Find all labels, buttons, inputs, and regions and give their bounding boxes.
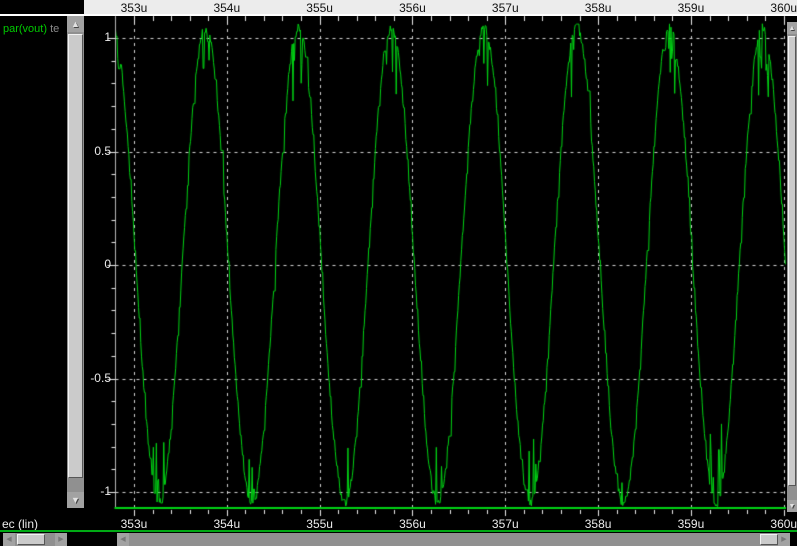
right-arrow-icon: ▶ — [781, 536, 787, 543]
x-axis-label: 356u — [399, 517, 426, 531]
x-axis-label: 357u — [491, 1, 519, 15]
x-axis-label: 356u — [399, 1, 426, 15]
x-axis-label: 354u — [213, 517, 241, 531]
axis-strip-divider — [0, 14, 797, 16]
bottom-axis-strip: ec (lin) 353u 354u 355u 356u 357u 358u 359u 360… — [0, 517, 797, 531]
left-scrollbar-thumb[interactable] — [68, 34, 83, 478]
x-axis-label: 358u — [584, 517, 612, 531]
y-axis-label: 0.5 — [94, 143, 111, 158]
x-axis-label: 354u — [213, 1, 241, 15]
right-vertical-scrollbar[interactable]: ▲ ▼ — [787, 22, 797, 512]
x-axis-label: 358u — [584, 1, 612, 15]
bottom-separator-line — [0, 530, 797, 532]
x-axis-unit-label: ec (lin) — [2, 517, 39, 531]
plot-scrollbar-thumb[interactable] — [760, 534, 778, 545]
x-axis-label: 355u — [306, 1, 333, 15]
scroll-right-button[interactable]: ▶ — [55, 533, 67, 546]
left-arrow-icon: ◀ — [6, 536, 12, 543]
panel-scrollbar-thumb[interactable] — [17, 534, 45, 545]
down-arrow-icon: ▼ — [788, 502, 796, 510]
plot-area[interactable] — [84, 16, 786, 508]
signal-name-panel: par(vout) te — [0, 16, 67, 531]
scroll-right-button[interactable]: ▶ — [778, 533, 790, 546]
right-arrow-icon: ▶ — [58, 536, 64, 543]
x-axis-label: 360u — [770, 1, 797, 15]
signal-name-text: par(vout) — [3, 23, 48, 35]
left-vertical-scrollbar[interactable]: ▲ ▼ — [67, 16, 84, 508]
left-arrow-icon: ◀ — [120, 536, 126, 543]
scroll-up-button[interactable]: ▲ — [787, 22, 797, 34]
x-axis-label: 359u — [677, 517, 705, 531]
y-axis-label: 1 — [104, 30, 111, 45]
x-axis-label: 353u — [120, 517, 148, 531]
signal-name-suffix: te — [47, 23, 60, 35]
signal-name-label[interactable]: par(vout) te — [3, 23, 59, 35]
panel-horizontal-scrollbar[interactable]: ◀ ▶ — [3, 533, 67, 546]
up-arrow-icon: ▲ — [71, 18, 80, 29]
x-axis-label: 359u — [677, 1, 705, 15]
x-axis-label: 353u — [120, 1, 148, 15]
right-scrollbar-thumb[interactable] — [788, 36, 796, 486]
y-axis-label: 0 — [104, 257, 111, 272]
y-axis-label: -1 — [100, 484, 111, 499]
x-axis-label: 357u — [491, 517, 519, 531]
x-axis-label: 355u — [306, 517, 333, 531]
plot-horizontal-scrollbar[interactable]: ◀ ▶ — [117, 533, 790, 546]
y-axis-label: -0.5 — [90, 370, 111, 385]
scroll-down-button[interactable]: ▼ — [67, 492, 84, 508]
waveform-viewer-window: 353u 354u 355u 356u 357u 358u 359u 360u par(vou… — [0, 0, 797, 546]
scroll-down-button[interactable]: ▼ — [787, 500, 797, 512]
down-arrow-icon: ▼ — [71, 494, 80, 505]
x-axis-label: 360u — [770, 517, 797, 531]
scroll-left-button[interactable]: ◀ — [117, 533, 129, 546]
scroll-left-button[interactable]: ◀ — [3, 533, 15, 546]
up-arrow-icon: ▲ — [788, 24, 796, 32]
scroll-up-button[interactable]: ▲ — [67, 16, 84, 32]
